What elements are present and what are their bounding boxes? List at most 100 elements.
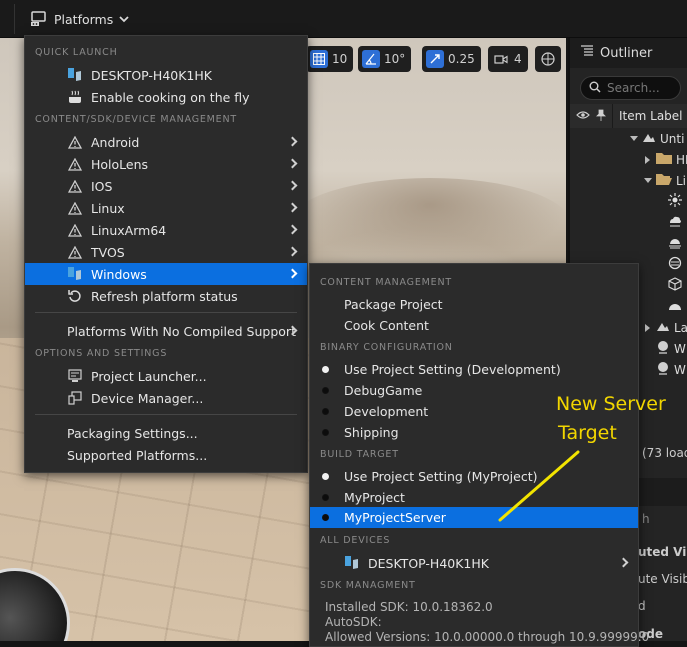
outliner-header: Outliner <box>570 38 687 68</box>
build-target-myprojectserver[interactable]: MyProjectServer <box>310 507 638 528</box>
details-row: d <box>638 599 646 613</box>
outliner-loaded-count: (73 load <box>642 446 687 460</box>
package-project[interactable]: Package Project <box>310 293 638 315</box>
quick-launch-desktop[interactable]: DESKTOP-H40K1HK <box>25 64 307 86</box>
outliner-search-input[interactable]: Search... <box>580 76 681 100</box>
device-manager[interactable]: Device Manager... <box>25 387 307 409</box>
angle-icon[interactable] <box>362 50 380 68</box>
supported-platforms[interactable]: Supported Platforms... <box>25 444 307 466</box>
cook-content[interactable]: Cook Content <box>310 314 638 336</box>
cube-icon <box>668 277 682 294</box>
fog-icon <box>668 256 682 273</box>
outliner-row-folder[interactable]: HL <box>644 149 687 170</box>
rotation-snap-control[interactable]: 10° <box>358 46 412 72</box>
outliner-row-world[interactable]: Unti <box>630 128 684 149</box>
chevron-right-icon <box>287 246 298 257</box>
windows-icon <box>67 266 83 282</box>
enable-cooking-on-the-fly[interactable]: Enable cooking on the fly <box>25 86 307 108</box>
outliner-row-world-actor[interactable]: W <box>656 359 686 380</box>
column-divider <box>612 104 613 128</box>
rotation-snap-value[interactable]: 10° <box>384 52 405 66</box>
world-icon <box>642 131 656 146</box>
cooking-pot-icon <box>67 89 83 105</box>
folder-icon <box>656 152 672 167</box>
outliner-row-label: La <box>674 320 687 335</box>
scale-snap-value[interactable]: 0.25 <box>448 52 475 66</box>
build-target-header: BUILD TARGET <box>320 449 399 460</box>
platforms-button[interactable]: Platforms <box>30 6 129 32</box>
allowed-versions-text: Allowed Versions: 10.0.00000.0 through 1… <box>325 630 650 644</box>
cloud-icon <box>668 214 682 231</box>
camera-icon[interactable] <box>492 50 510 68</box>
platform-windows[interactable]: Windows <box>25 263 307 285</box>
chevron-right-icon <box>618 557 629 568</box>
windows-submenu: CONTENT MANAGEMENT Package Project Cook … <box>309 263 649 647</box>
radio-unselected-icon <box>322 429 329 436</box>
eye-icon[interactable] <box>576 109 590 123</box>
tree-collapsed-icon <box>644 321 652 335</box>
details-search-input[interactable]: h <box>642 512 687 526</box>
radio-selected-icon <box>322 473 329 480</box>
binary-use-project-setting[interactable]: Use Project Setting (Development) <box>310 358 638 380</box>
platform-ios[interactable]: IOS <box>25 175 307 197</box>
platforms-menu: QUICK LAUNCH DESKTOP-H40K1HK Enable cook… <box>24 35 308 473</box>
device-manager-icon <box>67 390 83 406</box>
annotation-callout: New Server Target <box>556 390 666 448</box>
grid-snap-value[interactable]: 10 <box>332 52 347 66</box>
pin-icon[interactable] <box>596 109 606 124</box>
outliner-row-landscape[interactable]: La <box>644 317 687 338</box>
outliner-row-sphere-reflection[interactable] <box>668 296 682 317</box>
camera-speed-value[interactable]: 4 <box>514 52 522 66</box>
platform-android[interactable]: Android <box>25 131 307 153</box>
chevron-right-icon <box>287 136 298 147</box>
details-row: uted Visib <box>638 545 687 559</box>
annotation-line-1: New Server <box>556 393 666 415</box>
packaging-settings[interactable]: Packaging Settings... <box>25 422 307 444</box>
refresh-platform-status[interactable]: Refresh platform status <box>25 285 307 307</box>
grid-icon[interactable] <box>310 50 328 68</box>
platform-tvos[interactable]: TVOS <box>25 241 307 263</box>
platform-linux[interactable]: Linux <box>25 197 307 219</box>
scale-icon[interactable] <box>426 50 444 68</box>
outliner-row-label: Li <box>676 173 687 188</box>
autosdk-text: AutoSDK: <box>325 615 382 629</box>
scale-snap-control[interactable]: 0.25 <box>422 46 481 72</box>
main-toolbar: Platforms <box>0 0 687 38</box>
outliner-row-light[interactable] <box>668 191 682 212</box>
globe-icon <box>656 361 670 378</box>
installed-sdk-text: Installed SDK: 10.0.18362.0 <box>325 600 493 614</box>
chevron-right-icon <box>287 158 298 169</box>
build-target-use-project-setting[interactable]: Use Project Setting (MyProject) <box>310 465 638 487</box>
device-desktop[interactable]: DESKTOP-H40K1HK <box>310 552 638 574</box>
outliner-row-fog[interactable] <box>668 254 682 275</box>
grid-snap-control[interactable]: 10 <box>306 46 354 72</box>
outliner-row-volume[interactable] <box>668 275 682 296</box>
device-management-header: CONTENT/SDK/DEVICE MANAGEMENT <box>35 114 237 125</box>
landscape-icon <box>656 320 670 335</box>
platforms-no-compiled-support[interactable]: Platforms With No Compiled Support <box>25 320 307 342</box>
outliner-row-world-actor[interactable]: W <box>656 338 686 359</box>
warning-icon <box>67 178 83 194</box>
warning-icon <box>67 156 83 172</box>
scene-dune <box>290 178 566 268</box>
layout-grid-icon[interactable] <box>539 50 557 68</box>
camera-speed-control[interactable]: 4 <box>488 46 528 72</box>
quick-launch-header: QUICK LAUNCH <box>35 47 118 58</box>
outliner-row-sky[interactable] <box>668 233 682 254</box>
outliner-row-folder[interactable]: Li <box>644 170 686 191</box>
radio-unselected-icon <box>322 387 329 394</box>
viewport-layout-control[interactable] <box>535 46 561 72</box>
radio-unselected-icon <box>322 514 329 521</box>
gamepad-icon <box>30 11 48 27</box>
outliner-icon <box>580 45 594 61</box>
windows-pc-icon <box>67 67 83 83</box>
item-label-column[interactable]: Item Label <box>619 109 683 123</box>
outliner-search-placeholder: Search... <box>607 81 660 95</box>
build-target-myproject[interactable]: MyProject <box>310 486 638 508</box>
platform-hololens[interactable]: HoloLens <box>25 153 307 175</box>
binary-configuration-header: BINARY CONFIGURATION <box>320 342 453 353</box>
outliner-row-cloud[interactable] <box>668 212 682 233</box>
radio-selected-icon <box>322 366 329 373</box>
project-launcher[interactable]: Project Launcher... <box>25 365 307 387</box>
platform-linuxarm64[interactable]: LinuxArm64 <box>25 219 307 241</box>
